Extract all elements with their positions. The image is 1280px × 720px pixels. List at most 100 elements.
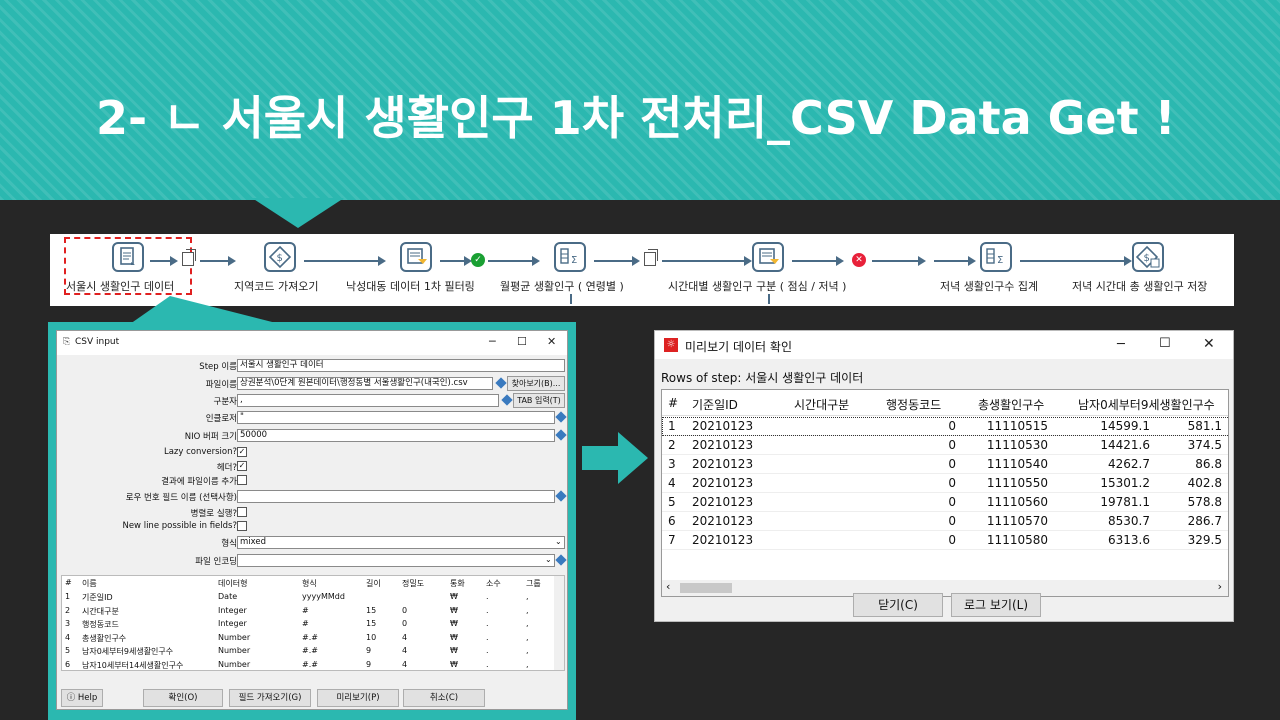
cancel-button[interactable]: 취소(C): [403, 689, 485, 707]
table-row[interactable]: 4 20210123 0 11110550 15301.2 402.8: [662, 474, 1228, 493]
table-row[interactable]: 1 기준일ID Date yyyyMMdd ₩.,: [62, 591, 554, 604]
table-cell: 0: [948, 438, 956, 452]
nio-buffer-input[interactable]: 50000: [237, 429, 555, 442]
table-cell: ₩: [450, 659, 458, 669]
table-cell: 9: [366, 659, 372, 669]
scrollbar-thumb[interactable]: [680, 583, 732, 593]
parallel-checkbox[interactable]: [237, 507, 247, 517]
table-cell: 20210123: [692, 495, 754, 509]
preview-button[interactable]: 미리보기(P): [317, 689, 399, 707]
maximize-icon[interactable]: ☐: [1159, 336, 1171, 351]
view-log-button[interactable]: 로그 보기(L): [951, 593, 1041, 617]
variable-icon: [555, 429, 567, 441]
table-row[interactable]: 6 남자10세부터14세생활인구수 Number #.# 9 4 ₩.,: [62, 659, 554, 671]
svg-text:Σ: Σ: [997, 255, 1003, 266]
connector-line: [768, 294, 770, 304]
step-output[interactable]: $: [1132, 242, 1168, 274]
table-cell: Integer: [218, 619, 247, 628]
table-row[interactable]: 4 총생활인구수 Number #.# 10 4 ₩.,: [62, 632, 554, 645]
table-cell: 0: [948, 514, 956, 528]
row-parallel: 병렬로 실행?: [57, 506, 569, 520]
table-cell: 578.8: [1187, 495, 1222, 509]
filter-icon: [400, 242, 432, 272]
step-group-by-2[interactable]: Σ: [980, 242, 1016, 274]
step-name-input[interactable]: 서울시 생활인구 데이터: [237, 359, 565, 372]
row-number-field-input[interactable]: [237, 490, 555, 503]
table-cell: ₩: [450, 632, 458, 642]
table-row[interactable]: 6 20210123 0 11110570 8530.7 286.7: [662, 512, 1228, 531]
table-cell: 11110530: [986, 438, 1048, 452]
row-enclosure: 인클로저 ": [57, 411, 569, 425]
table-cell: 9: [366, 646, 372, 655]
get-fields-button[interactable]: 필드 가져오기(G): [229, 689, 311, 707]
table-row[interactable]: 5 남자0세부터9세생활인구수 Number #.# 9 4 ₩.,: [62, 645, 554, 658]
table-cell: .: [486, 659, 489, 669]
tab-insert-button[interactable]: TAB 입력(T): [513, 393, 565, 408]
step-filter-1[interactable]: [400, 242, 436, 274]
table-cell: 기준일ID: [82, 593, 113, 602]
success-icon: ✓: [471, 253, 485, 267]
browse-button[interactable]: 찾아보기(B)...: [507, 376, 565, 391]
filename-input[interactable]: 상권분석\0단계 원본데이터\행정동별 서울생활인구(내국인).csv: [237, 377, 493, 390]
field-label: New line possible in fields?: [122, 521, 237, 531]
table-cell: 20210123: [692, 514, 754, 528]
grid-header: #: [65, 578, 72, 587]
lazy-conversion-checkbox[interactable]: ✓: [237, 447, 247, 457]
table-cell: ₩: [450, 619, 458, 628]
add-filename-checkbox[interactable]: [237, 475, 247, 485]
table-row[interactable]: 3 20210123 0 11110540 4262.7 86.8: [662, 455, 1228, 474]
table-cell: #.#: [302, 632, 318, 642]
close-icon[interactable]: ✕: [1203, 336, 1215, 352]
table-row[interactable]: 7 20210123 0 11110580 6313.6 329.5: [662, 531, 1228, 550]
minimize-icon[interactable]: ─: [489, 335, 496, 348]
table-cell: 0: [948, 495, 956, 509]
chevron-right-icon[interactable]: ›: [1218, 580, 1222, 593]
newline-checkbox[interactable]: [237, 521, 247, 531]
field-label: NIO 버퍼 크기: [184, 432, 237, 442]
delimiter-input[interactable]: ,: [237, 394, 499, 407]
table-cell: 4: [65, 632, 71, 642]
ok-button[interactable]: 확인(O): [143, 689, 223, 707]
table-cell: 5: [65, 646, 71, 655]
table-row[interactable]: 5 20210123 0 11110560 19781.1 578.8: [662, 493, 1228, 512]
format-select[interactable]: mixed: [237, 536, 565, 549]
table-cell: 1: [668, 419, 676, 433]
horizontal-scrollbar[interactable]: ‹ ›: [662, 580, 1228, 596]
table-cell: ,: [526, 646, 529, 655]
step-lookup[interactable]: $: [264, 242, 300, 274]
grid-header: 소수: [486, 579, 501, 588]
step-filter-2[interactable]: [752, 242, 788, 274]
table-row[interactable]: 2 20210123 0 11110530 14421.6 374.5: [662, 436, 1228, 455]
minimize-icon[interactable]: ─: [1117, 337, 1125, 352]
enclosure-input[interactable]: ": [237, 411, 555, 424]
table-cell: ₩: [450, 646, 458, 655]
chevron-left-icon[interactable]: ‹: [666, 580, 670, 593]
table-cell: 3: [668, 457, 676, 471]
scrollbar[interactable]: [554, 576, 564, 670]
table-cell: 374.5: [1187, 438, 1222, 452]
maximize-icon[interactable]: ☐: [517, 335, 527, 348]
preview-subtitle: Rows of step: 서울시 생활인구 데이터: [661, 371, 864, 385]
table-cell: yyyyMMdd: [302, 592, 345, 601]
hop-arrow: [872, 256, 926, 266]
field-label: 파일이름: [205, 380, 237, 390]
table-cell: 20210123: [692, 476, 754, 490]
table-cell: 총생활인구수: [82, 633, 127, 643]
step-csv-input[interactable]: [112, 242, 148, 274]
help-button[interactable]: ⓘ Help: [61, 689, 103, 707]
header-checkbox[interactable]: ✓: [237, 461, 247, 471]
variable-icon: [555, 490, 567, 502]
close-button[interactable]: 닫기(C): [853, 593, 943, 617]
step-group-by-1[interactable]: Σ: [554, 242, 590, 274]
table-cell: Number: [218, 646, 251, 655]
table-row[interactable]: 1 20210123 0 11110515 14599.1 581.1: [662, 417, 1228, 436]
error-icon: ✕: [852, 253, 866, 267]
table-row[interactable]: 2 시간대구분 Integer #15 0 ₩.,: [62, 605, 554, 618]
group-by-icon: Σ: [554, 242, 586, 272]
table-cell: 1: [65, 592, 71, 601]
encoding-select[interactable]: [237, 554, 555, 567]
field-label: 구분자: [213, 397, 237, 407]
table-cell: Date: [218, 592, 238, 601]
close-icon[interactable]: ✕: [547, 335, 556, 348]
table-row[interactable]: 3 행정동코드 Integer #15 0 ₩.,: [62, 618, 554, 631]
